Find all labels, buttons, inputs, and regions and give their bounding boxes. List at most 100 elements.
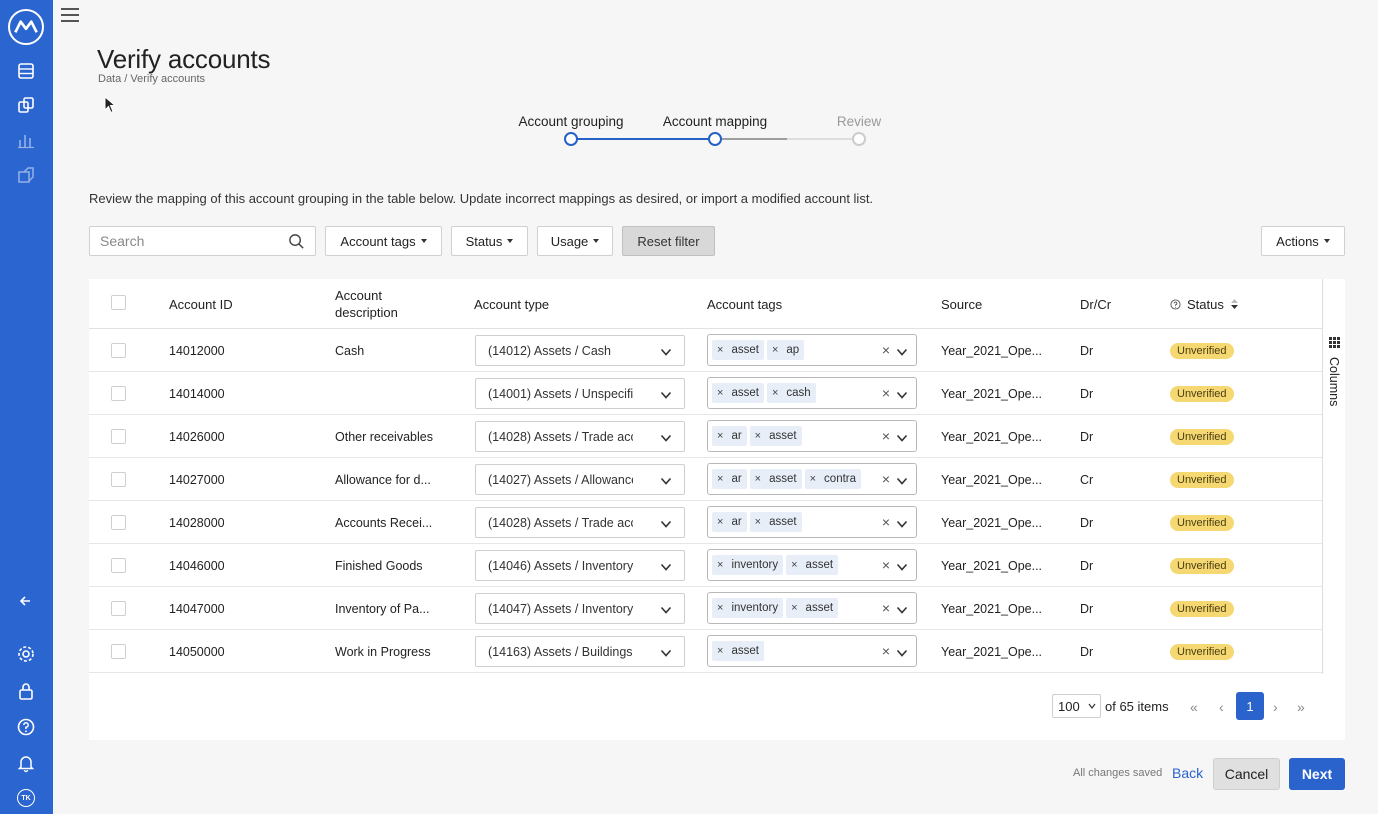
- table-row[interactable]: 14027000 Allowance for d... (14027) Assets…: [89, 458, 1322, 501]
- clear-tags-icon[interactable]: ×: [882, 385, 890, 401]
- clear-tags-icon[interactable]: ×: [882, 428, 890, 444]
- columns-panel[interactable]: Columns: [1322, 279, 1345, 674]
- remove-tag-icon[interactable]: ×: [810, 473, 816, 485]
- remove-tag-icon[interactable]: ×: [791, 602, 797, 614]
- settings-icon[interactable]: [15, 643, 37, 665]
- header-account-id[interactable]: Account ID: [169, 279, 233, 329]
- remove-tag-icon[interactable]: ×: [717, 430, 723, 442]
- status-filter-button[interactable]: Status: [451, 226, 528, 256]
- chevron-down-icon: [896, 388, 908, 399]
- bell-icon[interactable]: [15, 752, 37, 774]
- table-row[interactable]: 14028000 Accounts Recei... (14028) Assets …: [89, 501, 1322, 544]
- remove-tag-icon[interactable]: ×: [717, 516, 723, 528]
- first-page-icon[interactable]: «: [1190, 699, 1198, 715]
- table-row[interactable]: 14046000 Finished Goods (14046) Assets / I…: [89, 544, 1322, 587]
- row-checkbox[interactable]: [111, 644, 126, 659]
- cancel-button[interactable]: Cancel: [1213, 758, 1280, 790]
- remove-tag-icon[interactable]: ×: [717, 559, 723, 571]
- prev-page-icon[interactable]: ‹: [1219, 699, 1224, 715]
- account-tags-select[interactable]: × ar × asset ×: [707, 420, 917, 452]
- clear-tags-icon[interactable]: ×: [882, 600, 890, 616]
- remove-tag-icon[interactable]: ×: [772, 344, 778, 356]
- last-page-icon[interactable]: »: [1297, 699, 1305, 715]
- header-drcr[interactable]: Dr/Cr: [1080, 279, 1111, 329]
- header-account-type[interactable]: Account type: [474, 279, 549, 329]
- database-icon[interactable]: [15, 60, 37, 82]
- table-row[interactable]: 14012000 Cash (14012) Assets / Cash × asset ×…: [89, 329, 1322, 372]
- copy-icon[interactable]: [15, 94, 37, 116]
- page-size-select[interactable]: 100: [1052, 694, 1101, 718]
- select-all-checkbox[interactable]: [111, 295, 126, 310]
- search-input[interactable]: [90, 227, 280, 255]
- table-row[interactable]: 14050000 Work in Progress (14163) Assets /…: [89, 630, 1322, 673]
- row-checkbox[interactable]: [111, 343, 126, 358]
- account-tags-select[interactable]: × inventory × asset ×: [707, 549, 917, 581]
- next-page-icon[interactable]: ›: [1273, 699, 1278, 715]
- clear-tags-icon[interactable]: ×: [882, 471, 890, 487]
- chevron-down-icon: [896, 646, 908, 657]
- remove-tag-icon[interactable]: ×: [717, 473, 723, 485]
- table-row[interactable]: 14047000 Inventory of Pa... (14047) Assets…: [89, 587, 1322, 630]
- lock-icon[interactable]: [15, 680, 37, 702]
- account-type-select[interactable]: (14163) Assets / Buildings: [475, 636, 685, 667]
- account-tags-filter-button[interactable]: Account tags: [325, 226, 442, 256]
- row-checkbox[interactable]: [111, 472, 126, 487]
- row-checkbox[interactable]: [111, 558, 126, 573]
- reset-filter-button[interactable]: Reset filter: [622, 226, 715, 256]
- table-row[interactable]: 14014000 (14001) Assets / Unspecified × ass…: [89, 372, 1322, 415]
- account-type-select[interactable]: (14028) Assets / Trade accounts: [475, 421, 685, 452]
- account-tags-select[interactable]: × ar × asset ×: [707, 506, 917, 538]
- sort-icon[interactable]: [1230, 298, 1239, 310]
- row-checkbox[interactable]: [111, 601, 126, 616]
- actions-button[interactable]: Actions: [1261, 226, 1345, 256]
- search-icon[interactable]: [288, 233, 305, 250]
- clear-tags-icon[interactable]: ×: [882, 514, 890, 530]
- clear-tags-icon[interactable]: ×: [882, 342, 890, 358]
- remove-tag-icon[interactable]: ×: [755, 516, 761, 528]
- page-number-button[interactable]: 1: [1236, 692, 1264, 720]
- help-circle-icon[interactable]: [1170, 298, 1181, 310]
- caret-down-icon: [507, 239, 514, 243]
- avatar[interactable]: TK: [17, 789, 35, 807]
- usage-filter-button[interactable]: Usage: [537, 226, 613, 256]
- search-box: [89, 226, 316, 256]
- account-type-select[interactable]: (14047) Assets / Inventory: [475, 593, 685, 624]
- clear-tags-icon[interactable]: ×: [882, 557, 890, 573]
- header-status[interactable]: Status: [1170, 279, 1239, 329]
- account-tags-select[interactable]: × inventory × asset ×: [707, 592, 917, 624]
- status-badge: Unverified: [1170, 643, 1234, 660]
- account-tags-select[interactable]: × asset ×: [707, 635, 917, 667]
- header-source[interactable]: Source: [941, 279, 982, 329]
- remove-tag-icon[interactable]: ×: [791, 559, 797, 571]
- account-tags-select[interactable]: × asset × cash ×: [707, 377, 917, 409]
- row-checkbox[interactable]: [111, 515, 126, 530]
- row-checkbox[interactable]: [111, 429, 126, 444]
- remove-tag-icon[interactable]: ×: [717, 344, 723, 356]
- menu-icon[interactable]: [61, 6, 79, 24]
- account-tags-select[interactable]: × asset × ap ×: [707, 334, 917, 366]
- account-type-select[interactable]: (14027) Assets / Allowance: [475, 464, 685, 495]
- header-account-description[interactable]: Account description: [335, 279, 398, 329]
- next-button[interactable]: Next: [1289, 758, 1345, 790]
- chevron-down-icon: [896, 603, 908, 614]
- account-type-select[interactable]: (14012) Assets / Cash: [475, 335, 685, 366]
- account-type-select[interactable]: (14046) Assets / Inventory: [475, 550, 685, 581]
- row-checkbox[interactable]: [111, 386, 126, 401]
- header-account-tags[interactable]: Account tags: [707, 279, 782, 329]
- account-type-select[interactable]: (14001) Assets / Unspecified: [475, 378, 685, 409]
- app-logo[interactable]: [8, 9, 44, 45]
- breadcrumb[interactable]: Data / Verify accounts: [98, 73, 205, 85]
- clear-tags-icon[interactable]: ×: [882, 643, 890, 659]
- remove-tag-icon[interactable]: ×: [717, 645, 723, 657]
- account-tags-select[interactable]: × ar × asset × contra ×: [707, 463, 917, 495]
- help-icon[interactable]: [15, 716, 37, 738]
- table-row[interactable]: 14026000 Other receivables (14028) Assets …: [89, 415, 1322, 458]
- remove-tag-icon[interactable]: ×: [717, 387, 723, 399]
- remove-tag-icon[interactable]: ×: [755, 430, 761, 442]
- remove-tag-icon[interactable]: ×: [717, 602, 723, 614]
- remove-tag-icon[interactable]: ×: [772, 387, 778, 399]
- remove-tag-icon[interactable]: ×: [755, 473, 761, 485]
- back-button[interactable]: Back: [1172, 765, 1203, 781]
- account-type-select[interactable]: (14028) Assets / Trade accounts: [475, 507, 685, 538]
- collapse-arrow-icon[interactable]: [15, 590, 37, 612]
